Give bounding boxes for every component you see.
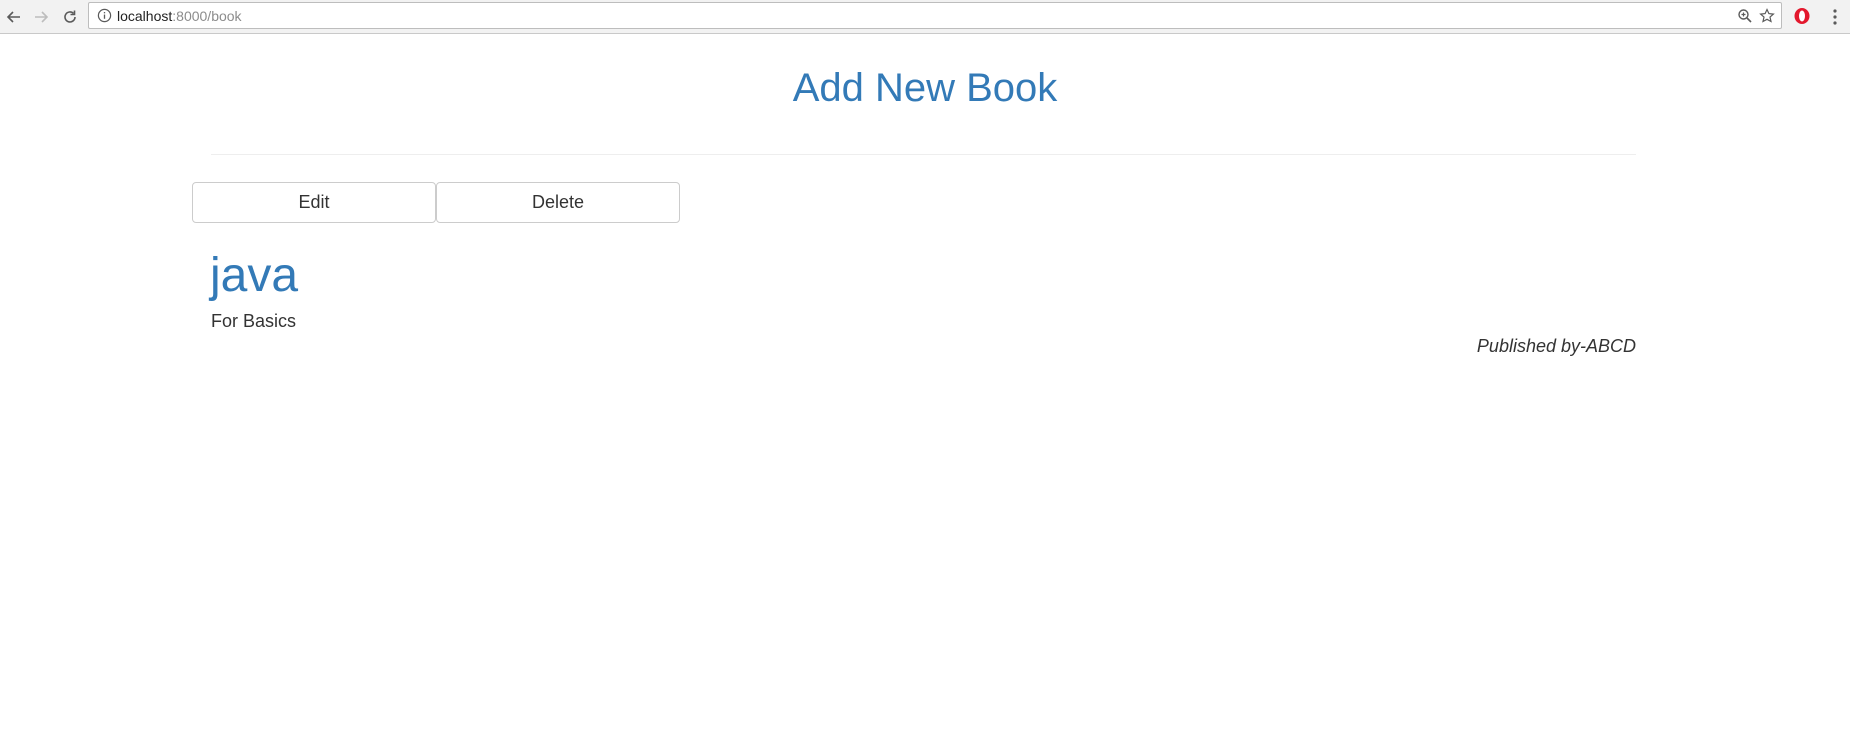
back-arrow-icon	[6, 11, 20, 23]
book-publisher: Published by-ABCD	[1476, 336, 1636, 356]
browser-toolbar: localhost:8000/book	[0, 0, 1850, 34]
url-path: :8000/book	[172, 8, 242, 24]
reload-icon	[64, 10, 76, 23]
book-title: java	[210, 249, 299, 302]
add-new-book-link[interactable]: Add New Book	[0, 64, 1850, 112]
back-button[interactable]	[1, 4, 27, 30]
info-icon[interactable]	[97, 8, 112, 23]
reload-button[interactable]	[57, 4, 83, 30]
forward-button[interactable]	[28, 4, 54, 30]
url-text[interactable]: localhost:8000/book	[117, 9, 242, 24]
bookmark-star-icon[interactable]	[1759, 8, 1775, 24]
url-host: localhost	[117, 8, 173, 24]
page-content: Add New Book Edit Delete java For Basics…	[0, 34, 1850, 743]
divider	[211, 154, 1636, 155]
forward-arrow-icon	[35, 11, 49, 23]
edit-button[interactable]: Edit	[192, 182, 436, 223]
opera-extension-icon[interactable]	[1792, 6, 1812, 26]
book-description: For Basics	[211, 311, 297, 331]
zoom-icon[interactable]	[1737, 8, 1753, 24]
kebab-menu-icon[interactable]	[1829, 6, 1841, 28]
delete-button[interactable]: Delete	[436, 182, 680, 223]
address-bar[interactable]: localhost:8000/book	[88, 2, 1782, 29]
